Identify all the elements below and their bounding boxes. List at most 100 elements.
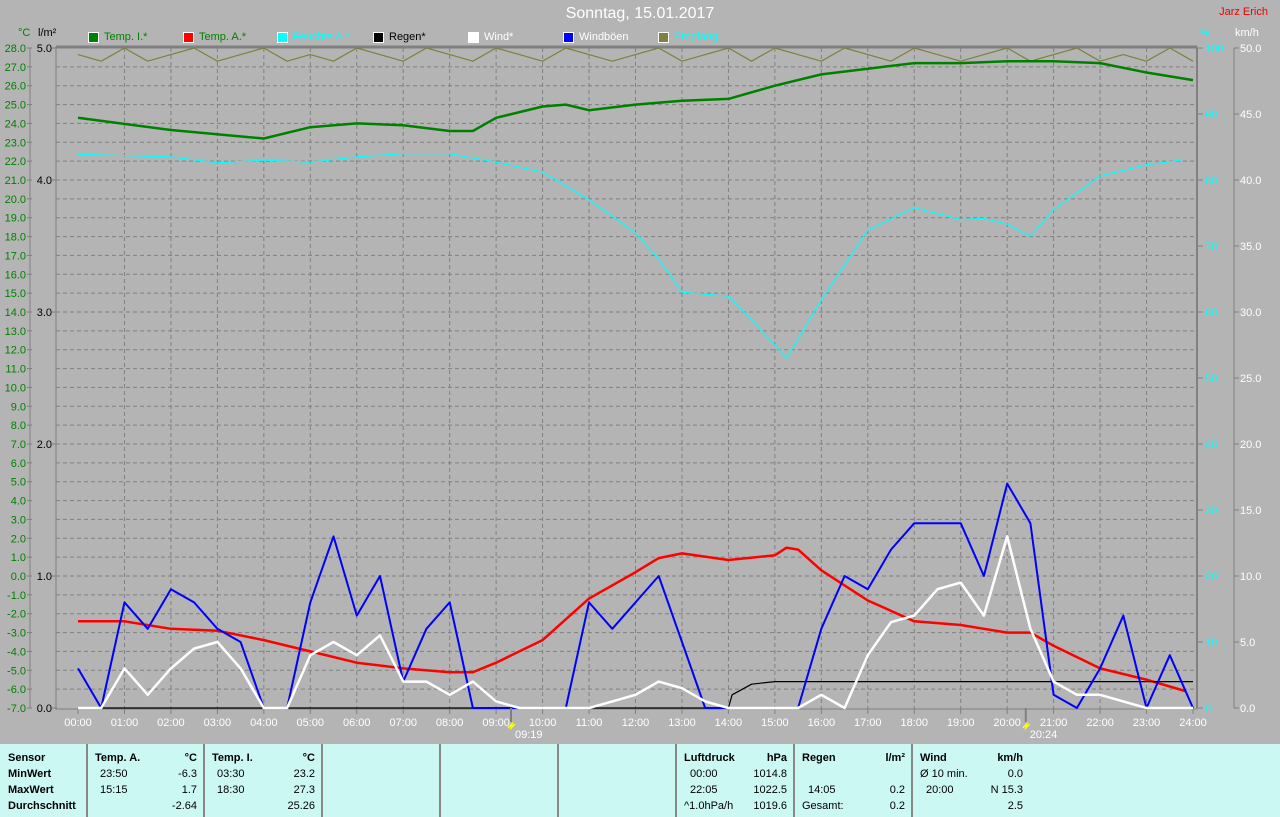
celsius-tick-label: 10.0 [5,382,26,394]
rain-tick-label: 4.0 [37,175,52,187]
kmh-tick-label: 25.0 [1240,373,1261,385]
kmh-tick-label: 20.0 [1240,439,1261,451]
luftdruck-trend: ^1.0hPa/h [684,800,734,812]
luftdruck-unit: hPa [766,752,787,764]
temp-i-unit: °C [302,752,315,764]
kmh-tick-label: 0.0 [1240,703,1255,715]
temp-i-min-time: 03:30 [217,768,245,780]
percent-tick-label: 80 [1205,175,1217,187]
x-tick-label: 13:00 [668,717,696,729]
col-temp-i: Temp. I. °C 03:30 23.2 18:30 27.3 25.26 [205,744,323,817]
temp-a-avg: -2.64 [171,800,197,812]
percent-tick-label: 40 [1205,439,1217,451]
celsius-tick-label: 3.0 [11,514,26,526]
x-tick-label: 24:00 [1179,717,1207,729]
luftdruck-min-time: 00:00 [690,768,718,780]
percent-tick-label: 60 [1205,307,1217,319]
celsius-tick-label: -1.0 [7,590,26,602]
col-empty-3 [559,744,677,817]
celsius-tick-label: 13.0 [5,326,26,338]
x-tick-label: 18:00 [900,717,928,729]
celsius-tick-label: 5.0 [11,477,26,489]
celsius-tick-label: 6.0 [11,458,26,470]
celsius-tick-label: 28.0 [5,43,26,55]
celsius-tick-label: -3.0 [7,628,26,640]
luftdruck-max-time: 22:05 [690,784,718,796]
kmh-tick-label: 15.0 [1240,505,1261,517]
kmh-tick-label: 5.0 [1240,637,1255,649]
col-empty-1 [323,744,441,817]
percent-tick-label: 100 [1205,43,1223,55]
celsius-tick-label: 8.0 [11,420,26,432]
temp-i-max: 27.3 [293,784,315,796]
sensor-header: Sensor [8,752,46,764]
wind-avg10-label: Ø 10 min. [920,768,968,780]
celsius-tick-label: -4.0 [7,646,26,658]
x-tick-label: 05:00 [297,717,325,729]
series-temp-a [78,546,1186,693]
col-temp-a: Temp. A. °C 23:50 -6.3 15:15 1.7 -2.64 [88,744,205,817]
celsius-tick-label: 23.0 [5,137,26,149]
col-regen: Regen l/m² 14:05 0.2 Gesamt: 0.2 [795,744,913,817]
celsius-tick-label: 17.0 [5,250,26,262]
x-tick-label: 16:00 [808,717,836,729]
temp-a-header: Temp. A. [95,752,141,764]
temp-a-min: -6.3 [178,768,197,780]
col-wind: Wind km/h Ø 10 min. 0.0 20:00 N 15.3 2.5 [913,744,1029,817]
celsius-tick-label: 27.0 [5,62,26,74]
rain-tick-label: 1.0 [37,571,52,583]
percent-tick-label: 0 [1205,703,1211,715]
regen-total-label: Gesamt: [802,800,844,812]
celsius-tick-label: 16.0 [5,269,26,281]
weather-chart: 28.0 27.0 26.0 25.0 24.0 23.0 22.0 21.0 20.0 19.0… [5,43,1262,741]
celsius-tick-label: 15.0 [5,288,26,300]
kmh-tick-label: 50.0 [1240,43,1261,55]
sunset-time-label: 20:24 [1030,729,1058,741]
x-tick-label: 17:00 [854,717,882,729]
temp-i-header: Temp. I. [212,752,253,764]
x-tick-label: 10:00 [529,717,557,729]
wind-avg10: 0.0 [1007,768,1023,780]
sunrise-time-label: 09:19 [515,729,543,741]
wind-max: N 15.3 [990,784,1023,796]
x-tick-label: 04:00 [250,717,278,729]
x-tick-label: 23:00 [1133,717,1161,729]
temp-a-unit: °C [184,752,197,764]
celsius-tick-label: 24.0 [5,118,26,130]
percent-tick-label: 90 [1205,109,1217,121]
celsius-tick-label: 0.0 [11,571,26,583]
kmh-tick-label: 10.0 [1240,571,1261,583]
celsius-tick-label: 2.0 [11,533,26,545]
stats-table: Sensor MinWert MaxWert Durchschnitt Temp… [0,744,1280,817]
x-tick-label: 09:00 [482,717,510,729]
celsius-tick-label: 19.0 [5,213,26,225]
celsius-tick-label: -7.0 [7,703,26,715]
regen-unit: l/m² [885,752,905,764]
luftdruck-min: 1014.8 [753,768,787,780]
celsius-tick-label: 1.0 [11,552,26,564]
x-tick-label: 14:00 [715,717,743,729]
kmh-tick-label: 45.0 [1240,109,1261,121]
temp-a-min-time: 23:50 [100,768,128,780]
percent-tick-label: 50 [1205,373,1217,385]
temp-a-max-time: 15:15 [100,784,128,796]
x-tick-label: 15:00 [761,717,789,729]
x-tick-label: 12:00 [622,717,650,729]
wind-header: Wind [920,752,947,764]
celsius-tick-label: 25.0 [5,100,26,112]
rain-tick-label: 2.0 [37,439,52,451]
celsius-tick-label: -2.0 [7,609,26,621]
temp-i-avg: 25.26 [287,800,315,812]
celsius-tick-label: 14.0 [5,307,26,319]
celsius-tick-label: 18.0 [5,232,26,244]
x-tick-label: 22:00 [1086,717,1114,729]
temp-i-max-time: 18:30 [217,784,245,796]
col-empty-2 [441,744,559,817]
celsius-tick-label: 4.0 [11,496,26,508]
row-max-label: MaxWert [8,784,54,796]
celsius-tick-label: 26.0 [5,81,26,93]
percent-tick-label: 70 [1205,241,1217,253]
x-tick-label: 19:00 [947,717,975,729]
celsius-tick-label: 12.0 [5,345,26,357]
x-tick-label: 08:00 [436,717,464,729]
